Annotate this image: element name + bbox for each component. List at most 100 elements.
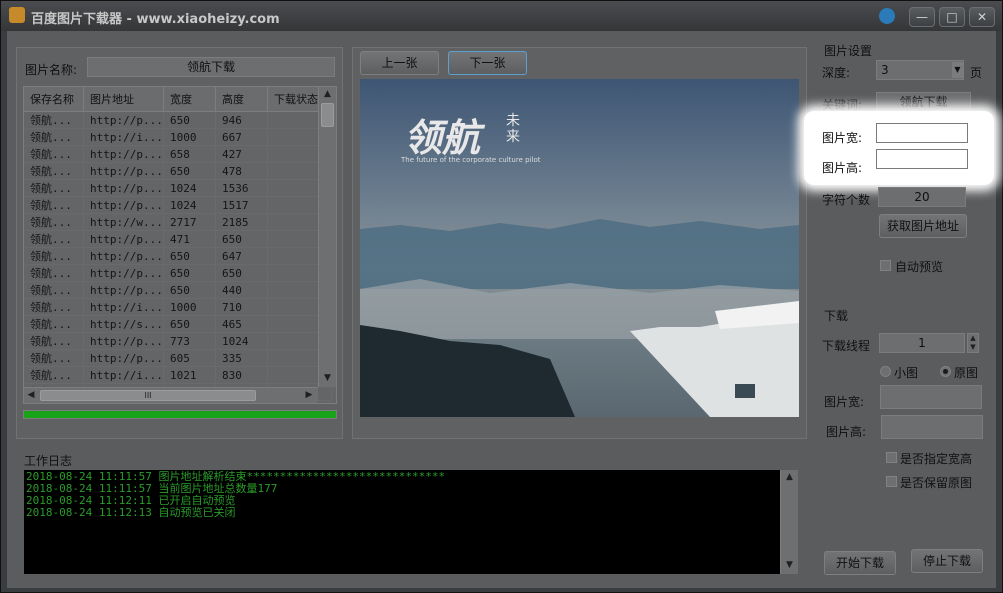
- table-row[interactable]: 领航... http://i... 1000 667: [24, 128, 332, 146]
- scroll-right-icon[interactable]: ▶: [304, 390, 314, 400]
- column-header-height[interactable]: 高度: [215, 87, 268, 112]
- original-image-label: 原图: [954, 366, 979, 380]
- preview-panel: 上一张 下一张 领航 未来 The future of the corporat…: [352, 47, 807, 439]
- image-list[interactable]: 保存名称 图片地址 宽度 高度 下载状态 领航... http://p... 650…: [23, 86, 337, 404]
- table-row[interactable]: 领航... http://i... 1000 710: [24, 298, 332, 316]
- table-row[interactable]: 领航... http://p... 658 427: [24, 145, 332, 163]
- table-cell: 650: [215, 264, 268, 282]
- auto-preview-checkbox[interactable]: [880, 260, 891, 271]
- auto-preview-label: 自动预览: [895, 260, 944, 274]
- table-cell: 650: [163, 264, 216, 282]
- table-cell: 领航...: [24, 366, 84, 384]
- table-cell: http://p...: [83, 230, 164, 248]
- minimize-button[interactable]: —: [909, 7, 935, 27]
- horizontal-scroll-thumb[interactable]: III: [40, 390, 256, 401]
- table-cell: 1536: [215, 179, 268, 197]
- table-cell: 658: [163, 145, 216, 163]
- depth-label: 深度:: [822, 66, 851, 80]
- spin-down-icon[interactable]: ▼: [968, 343, 978, 351]
- specify-size-checkbox[interactable]: [886, 452, 897, 463]
- download-panel: 下载 下载线程 1 ▲ ▼ 小图 原图 图片宽: 图片高: 是否指定宽高 是否保…: [814, 303, 994, 583]
- stop-download-button[interactable]: 停止下载: [911, 549, 983, 573]
- scroll-down-icon[interactable]: ▼: [319, 373, 336, 383]
- table-cell: 1024: [163, 196, 216, 214]
- table-cell: http://p...: [83, 145, 164, 163]
- log-output[interactable]: 2018-08-24 11:11:57 图片地址解析结束************…: [24, 470, 780, 574]
- table-row[interactable]: 领航... http://p... 650 440: [24, 281, 332, 299]
- table-row[interactable]: 领航... http://p... 605 335: [24, 349, 332, 367]
- scroll-left-icon[interactable]: ◀: [26, 390, 36, 400]
- threads-field[interactable]: 1: [879, 333, 965, 353]
- table-cell: http://s...: [83, 315, 164, 333]
- maximize-button[interactable]: □: [939, 7, 965, 27]
- table-cell: 2185: [215, 213, 268, 231]
- table-row[interactable]: 领航... http://p... 650 946: [24, 111, 332, 129]
- table-cell: http://p...: [83, 196, 164, 214]
- column-header-url[interactable]: 图片地址: [83, 87, 164, 112]
- table-row[interactable]: 领航... http://p... 650 647: [24, 247, 332, 265]
- vertical-scrollbar[interactable]: ▲ ▼: [318, 87, 336, 387]
- chevron-down-icon[interactable]: ▼: [952, 62, 963, 78]
- fetch-urls-button[interactable]: 获取图片地址: [879, 214, 967, 238]
- keyword-field[interactable]: 领航下载: [876, 92, 971, 112]
- width-input[interactable]: [876, 123, 968, 143]
- prev-image-button[interactable]: 上一张: [360, 51, 439, 75]
- table-cell: 1000: [163, 298, 216, 316]
- title-bar[interactable]: 百度图片下载器 - www.xiaoheizy.com — □ ✕: [1, 1, 1002, 31]
- table-cell: 605: [163, 349, 216, 367]
- download-width-label: 图片宽:: [824, 395, 865, 409]
- spin-up-icon[interactable]: ▲: [968, 334, 978, 342]
- table-cell: 领航...: [24, 145, 84, 163]
- skin-icon[interactable]: [879, 8, 895, 24]
- height-input[interactable]: [876, 149, 968, 169]
- table-cell: 领航...: [24, 298, 84, 316]
- download-height-input[interactable]: [881, 415, 983, 439]
- image-settings-panel: 图片设置 深度: 3 ▼ 页 关键词: 领航下载 图片宽: 图片高: 字符个数 …: [804, 37, 994, 307]
- table-row[interactable]: 领航... http://p... 471 650: [24, 230, 332, 248]
- threads-spinner[interactable]: ▲ ▼: [967, 333, 979, 353]
- table-row[interactable]: 领航... http://p... 1024 1536: [24, 179, 332, 197]
- next-image-button[interactable]: 下一张: [448, 51, 527, 75]
- table-row[interactable]: 领航... http://s... 650 465: [24, 315, 332, 333]
- table-row[interactable]: 领航... http://i... 1021 830: [24, 366, 332, 384]
- start-download-button[interactable]: 开始下载: [824, 551, 896, 575]
- depth-select[interactable]: 3: [876, 60, 964, 80]
- name-label: 图片名称:: [25, 63, 78, 77]
- table-cell: 1000: [163, 128, 216, 146]
- horizontal-scrollbar[interactable]: ◀ III ▶: [24, 387, 318, 403]
- table-cell: 650: [163, 111, 216, 129]
- table-cell: 830: [215, 366, 268, 384]
- original-image-radio[interactable]: [940, 366, 951, 377]
- table-row[interactable]: 领航... http://p... 650 478: [24, 162, 332, 180]
- table-cell: 领航...: [24, 111, 84, 129]
- log-scrollbar[interactable]: ▲ ▼: [780, 470, 798, 574]
- table-row[interactable]: 领航... http://p... 1024 1517: [24, 196, 332, 214]
- scroll-up-icon[interactable]: ▲: [319, 89, 336, 99]
- table-cell: 650: [163, 162, 216, 180]
- table-cell: 1021: [163, 366, 216, 384]
- log-scroll-up-icon[interactable]: ▲: [781, 472, 798, 482]
- close-button[interactable]: ✕: [969, 7, 995, 27]
- client-area: 图片名称: 领航下载 保存名称 图片地址 宽度 高度 下载状态 领航... htt…: [7, 31, 996, 588]
- table-row[interactable]: 领航... http://p... 773 1024: [24, 332, 332, 350]
- char-count-field[interactable]: 20: [878, 187, 966, 207]
- small-image-radio[interactable]: [880, 366, 891, 377]
- table-cell: http://p...: [83, 179, 164, 197]
- download-width-input[interactable]: [880, 385, 982, 409]
- progress-fill: [24, 411, 336, 418]
- table-cell: 440: [215, 281, 268, 299]
- char-count-label: 字符个数: [822, 193, 871, 207]
- table-cell: 1517: [215, 196, 268, 214]
- log-scroll-down-icon[interactable]: ▼: [781, 560, 798, 570]
- table-row[interactable]: 领航... http://w... 2717 2185: [24, 213, 332, 231]
- table-cell: 领航...: [24, 230, 84, 248]
- table-cell: http://p...: [83, 111, 164, 129]
- table-cell: 667: [215, 128, 268, 146]
- vertical-scroll-thumb[interactable]: [321, 103, 334, 127]
- table-cell: 478: [215, 162, 268, 180]
- column-header-save-name[interactable]: 保存名称: [24, 87, 84, 112]
- column-header-width[interactable]: 宽度: [163, 87, 216, 112]
- table-row[interactable]: 领航...http://p...650650: [24, 264, 332, 282]
- name-field[interactable]: 领航下载: [87, 57, 335, 77]
- keep-original-checkbox[interactable]: [886, 476, 897, 487]
